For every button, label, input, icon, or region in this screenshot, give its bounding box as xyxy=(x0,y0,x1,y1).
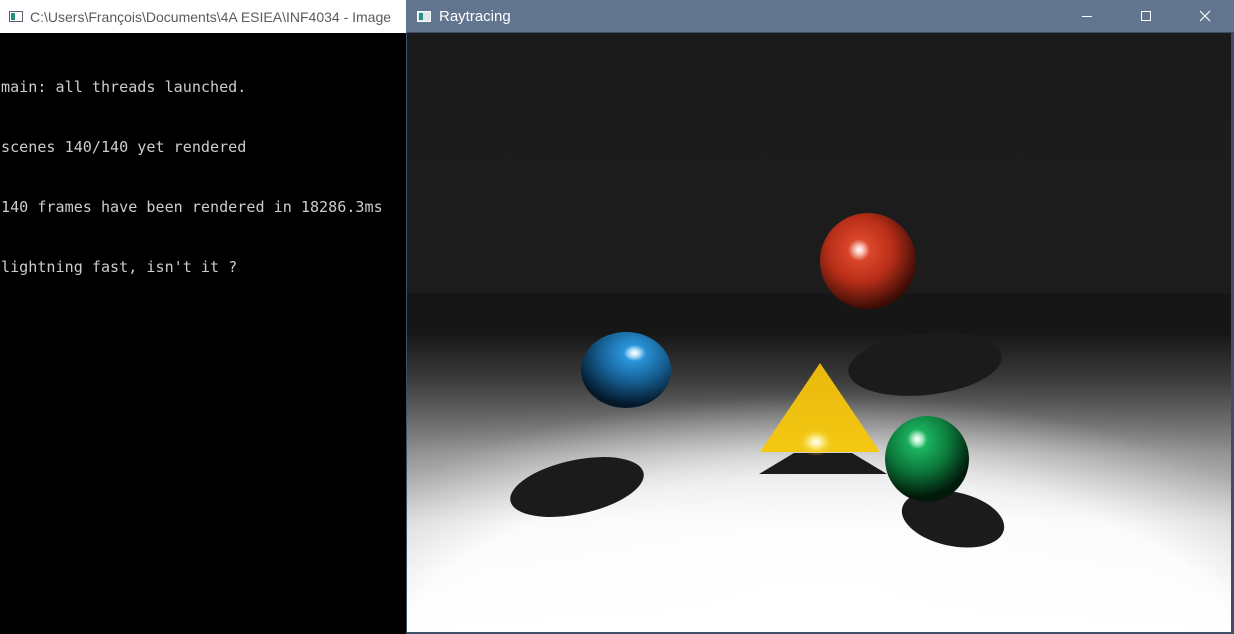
console-titlebar[interactable]: C:\Users\François\Documents\4A ESIEA\INF… xyxy=(0,0,406,33)
green-sphere xyxy=(885,416,969,502)
console-line: lightning fast, isn't it ? xyxy=(1,258,238,276)
raytracing-window[interactable]: Raytracing xyxy=(406,0,1234,634)
maximize-button[interactable] xyxy=(1116,0,1175,32)
close-button[interactable] xyxy=(1175,0,1234,32)
minimize-button[interactable] xyxy=(1057,0,1116,32)
red-sphere-highlight xyxy=(848,239,870,261)
blue-sphere xyxy=(581,332,671,408)
green-sphere-highlight xyxy=(907,429,927,449)
render-canvas[interactable] xyxy=(407,33,1231,632)
console-window-icon xyxy=(9,11,23,22)
pyramid-highlight xyxy=(798,428,834,456)
raytracing-titlebar[interactable]: Raytracing xyxy=(406,0,1234,32)
window-icon xyxy=(417,10,431,22)
console-line: 140 frames have been rendered in 18286.3… xyxy=(1,198,383,216)
close-icon xyxy=(1199,10,1210,22)
console-line: main: all threads launched. xyxy=(1,78,247,96)
console-output[interactable]: main: all threads launched. scenes 140/1… xyxy=(1,37,383,317)
maximize-icon xyxy=(1140,11,1151,21)
caption-buttons xyxy=(1057,0,1234,32)
minimize-icon xyxy=(1081,16,1092,17)
raytracing-title: Raytracing xyxy=(439,7,511,25)
console-title: C:\Users\François\Documents\4A ESIEA\INF… xyxy=(30,8,392,25)
console-line: scenes 140/140 yet rendered xyxy=(1,138,247,156)
blue-sphere-highlight xyxy=(624,345,646,361)
red-sphere xyxy=(820,213,916,309)
console-window[interactable]: C:\Users\François\Documents\4A ESIEA\INF… xyxy=(0,0,406,634)
